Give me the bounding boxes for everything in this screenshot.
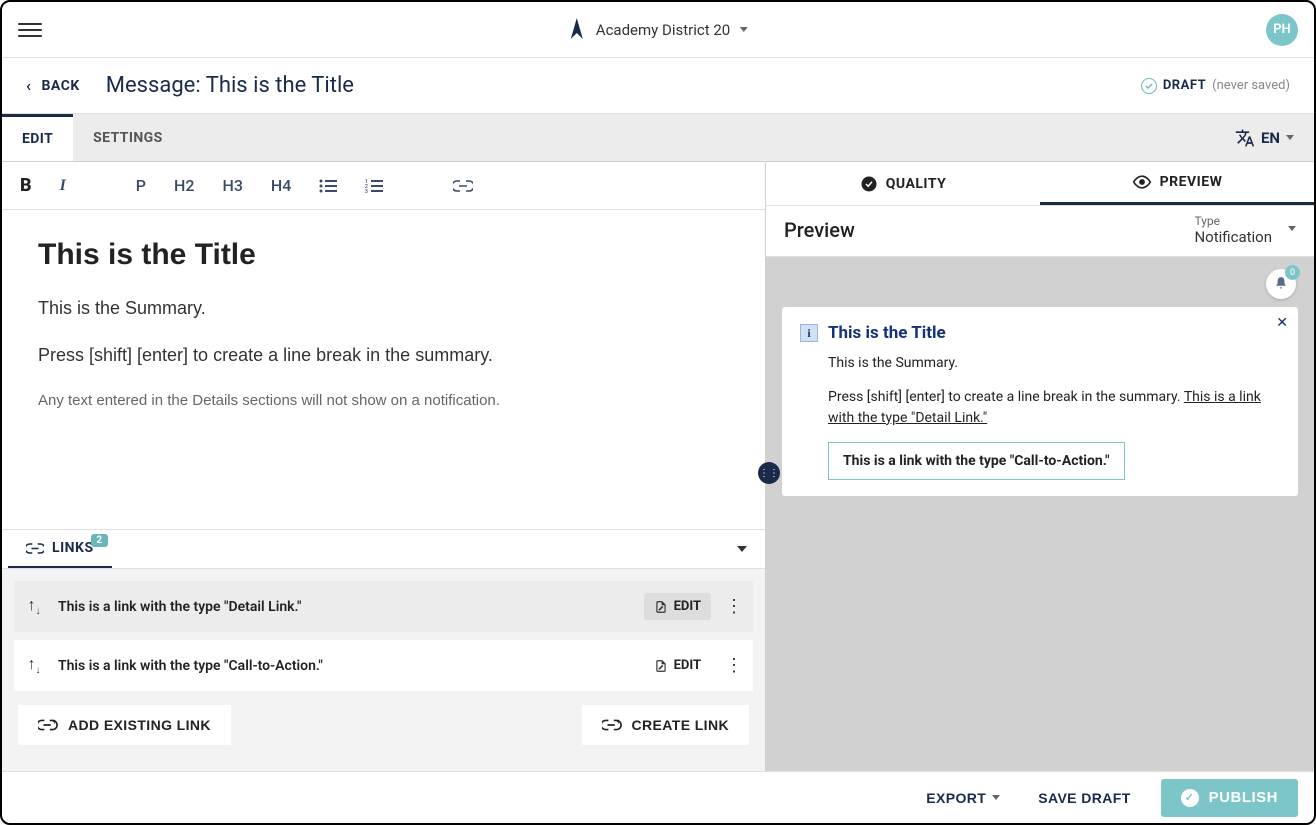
footer: EXPORT SAVE DRAFT ✓ PUBLISH — [2, 771, 1314, 823]
tab-edit[interactable]: EDIT — [2, 114, 73, 161]
editor-summary-line1[interactable]: This is the Summary. — [38, 296, 729, 321]
editor-title[interactable]: This is the Title — [38, 238, 729, 272]
add-existing-link-button[interactable]: + ADD EXISTING LINK — [18, 705, 231, 745]
bell-count: 0 — [1285, 265, 1300, 280]
preview-canvas: 0 ✕ i This is the Title This is the Summ… — [766, 257, 1314, 771]
link-create-icon: + — [602, 719, 622, 731]
notification-body: Press [shift] [enter] to create a line b… — [800, 387, 1280, 428]
chevron-down-icon — [1286, 135, 1294, 140]
link-text: This is a link with the type "Detail Lin… — [58, 599, 630, 615]
preview-pane: QUALITY PREVIEW Preview Type Notificatio… — [766, 162, 1314, 771]
close-icon[interactable]: ✕ — [1276, 315, 1288, 331]
link-row: ↑↓ This is a link with the type "Detail … — [14, 581, 753, 632]
type-label: Type — [1194, 214, 1220, 228]
check-icon: ✓ — [1181, 789, 1199, 807]
links-label: LINKS 2 — [52, 540, 94, 556]
editor-pane: B I P H2 H3 H4 123 This is the Title Thi… — [2, 162, 766, 771]
link-text: This is a link with the type "Call-to-Ac… — [58, 658, 630, 674]
preview-subheader: Preview Type Notification — [766, 206, 1314, 257]
save-draft-button[interactable]: SAVE DRAFT — [1030, 780, 1138, 816]
link-row: ↑↓ This is a link with the type "Call-to… — [14, 640, 753, 691]
lang-label: EN — [1261, 129, 1280, 147]
mode-tabs: EDIT SETTINGS EN — [2, 114, 1314, 162]
draft-saved-text: (never saved) — [1212, 78, 1290, 93]
notification-card: ✕ i This is the Title This is the Summar… — [782, 307, 1298, 496]
language-selector[interactable]: EN — [1223, 114, 1306, 161]
info-icon: i — [800, 324, 818, 342]
tab-settings[interactable]: SETTINGS — [73, 114, 182, 161]
svg-text:+: + — [53, 719, 58, 726]
links-section: LINKS 2 ↑↓ This is a link with the type … — [2, 529, 765, 771]
chevron-down-icon — [1288, 226, 1296, 231]
links-body: ↑↓ This is a link with the type "Detail … — [2, 569, 765, 771]
org-name: Academy District 20 — [596, 21, 730, 39]
edit-icon — [654, 659, 668, 673]
chevron-down-icon — [992, 795, 1000, 800]
main-area: ⋮⋮ B I P H2 H3 H4 123 This is the Title … — [2, 162, 1314, 771]
bell-icon — [1274, 276, 1288, 292]
type-value: Notification — [1194, 228, 1272, 246]
link-menu-icon[interactable]: ⋮ — [725, 596, 743, 617]
publish-button[interactable]: ✓ PUBLISH — [1161, 779, 1298, 817]
preview-type-selector[interactable]: Type Notification — [1194, 214, 1296, 246]
draft-label: DRAFT — [1163, 78, 1206, 93]
notification-cta-button[interactable]: This is a link with the type "Call-to-Ac… — [828, 442, 1125, 480]
back-label: BACK — [42, 78, 80, 94]
svg-text:+: + — [616, 719, 621, 726]
link-add-icon: + — [38, 719, 58, 731]
edit-link-button[interactable]: EDIT — [644, 593, 711, 620]
link-button[interactable] — [453, 180, 473, 192]
back-button[interactable]: ‹ BACK — [26, 76, 80, 95]
compass-logo-icon — [568, 17, 586, 43]
link-menu-icon[interactable]: ⋮ — [725, 655, 743, 676]
h2-button[interactable]: H2 — [174, 176, 194, 195]
export-button[interactable]: EXPORT — [918, 780, 1008, 816]
notification-title: This is the Title — [828, 323, 946, 343]
create-link-button[interactable]: + CREATE LINK — [582, 705, 749, 745]
edit-icon — [654, 600, 668, 614]
topbar: Academy District 20 PH — [2, 2, 1314, 58]
italic-button[interactable]: I — [60, 177, 66, 195]
reorder-icon[interactable]: ↑↓ — [24, 595, 44, 617]
h3-button[interactable]: H3 — [222, 176, 242, 195]
menu-icon[interactable] — [18, 18, 42, 42]
preview-heading: Preview — [784, 218, 855, 242]
org-selector[interactable]: Academy District 20 — [568, 17, 748, 43]
notification-summary: This is the Summary. — [800, 353, 1280, 373]
avatar[interactable]: PH — [1266, 14, 1298, 46]
chevron-left-icon: ‹ — [26, 76, 32, 95]
editor-toolbar: B I P H2 H3 H4 123 — [2, 162, 765, 210]
subheader: ‹ BACK Message: This is the Title DRAFT … — [2, 58, 1314, 114]
editor-body[interactable]: This is the Title This is the Summary. P… — [2, 210, 765, 529]
links-tab[interactable]: LINKS 2 — [8, 530, 112, 568]
editor-hint[interactable]: Any text entered in the Details sections… — [38, 390, 729, 411]
translate-icon — [1235, 128, 1255, 148]
edit-link-button[interactable]: EDIT — [644, 652, 711, 679]
bold-button[interactable]: B — [20, 175, 32, 196]
svg-text:3: 3 — [365, 189, 368, 193]
numbered-list-button[interactable]: 123 — [365, 179, 383, 193]
paragraph-button[interactable]: P — [136, 176, 146, 195]
h4-button[interactable]: H4 — [271, 176, 291, 195]
eye-icon — [1132, 175, 1152, 189]
chevron-down-icon — [740, 27, 748, 32]
tab-preview[interactable]: PREVIEW — [1040, 162, 1314, 205]
tab-quality[interactable]: QUALITY — [766, 162, 1040, 205]
link-icon — [26, 543, 44, 554]
draft-status: DRAFT (never saved) — [1141, 78, 1290, 94]
preview-tabs: QUALITY PREVIEW — [766, 162, 1314, 206]
collapse-links-icon[interactable] — [737, 546, 747, 552]
check-circle-icon — [860, 175, 878, 193]
notification-bell[interactable]: 0 — [1266, 269, 1296, 299]
links-count-badge: 2 — [91, 534, 107, 547]
editor-summary-line2[interactable]: Press [shift] [enter] to create a line b… — [38, 343, 729, 368]
bulleted-list-button[interactable] — [319, 179, 337, 193]
pane-resize-handle[interactable]: ⋮⋮ — [758, 462, 780, 484]
reorder-icon[interactable]: ↑↓ — [24, 654, 44, 676]
page-title: Message: This is the Title — [106, 73, 354, 98]
draft-icon — [1141, 78, 1157, 94]
